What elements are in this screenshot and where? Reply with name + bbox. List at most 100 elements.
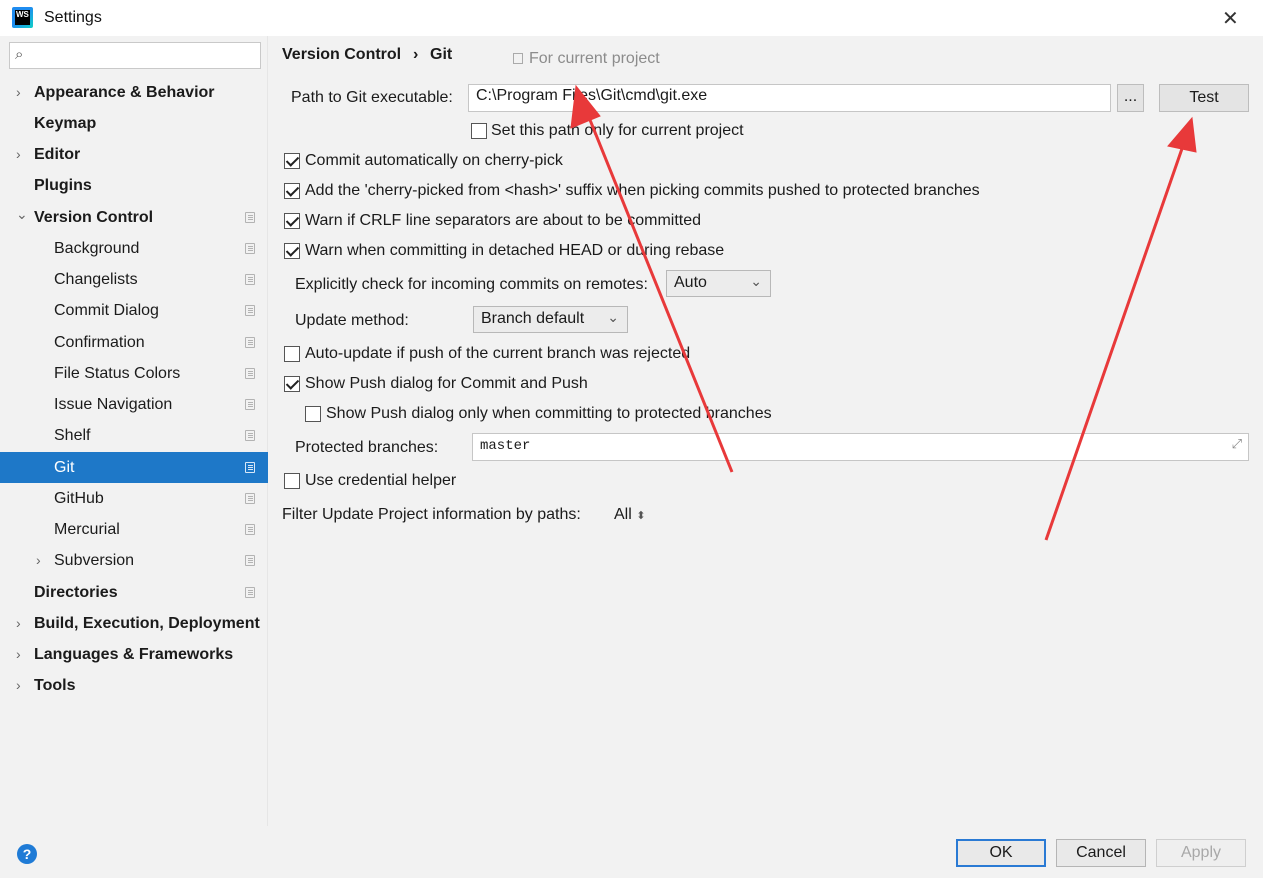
sidebar-item-label: File Status Colors [54,365,181,382]
sidebar-item-issue-navigation[interactable]: Issue Navigation [0,389,268,420]
expand-icon[interactable]: ⤢ [1232,437,1242,452]
commit-auto-cherry-pick-label: Commit automatically on cherry-pick [305,152,563,169]
sidebar-item-keymap[interactable]: Keymap [0,108,268,139]
sidebar-item-label: Version Control [34,209,154,226]
project-scope-icon [245,243,255,254]
app-icon-text: WS [15,10,30,25]
settings-sidebar: ⌕ › Appearance & Behavior Keymap › Edito… [0,36,268,826]
cancel-button[interactable]: Cancel [1056,839,1146,867]
sidebar-item-subversion[interactable]: › Subversion [0,545,268,576]
sidebar-item-appearance-behavior[interactable]: › Appearance & Behavior [0,77,268,108]
project-scope-icon [245,587,255,598]
chevron-right-icon[interactable]: › [16,670,21,701]
search-icon: ⌕ [15,46,24,63]
protected-branches-input[interactable]: master ⤢ [472,433,1249,461]
sidebar-item-label: Confirmation [54,334,145,351]
sidebar-item-label: Languages & Frameworks [34,646,234,663]
search-input[interactable] [38,46,253,64]
apply-button[interactable]: Apply [1156,839,1246,867]
close-icon[interactable]: ✕ [1222,6,1239,31]
sidebar-item-commit-dialog[interactable]: Commit Dialog [0,295,268,326]
sidebar-item-directories[interactable]: Directories [0,577,268,608]
title-bar: WS Settings ✕ [0,0,1263,36]
sidebar-item-label: Editor [34,146,81,163]
chevron-right-icon[interactable]: › [16,608,21,639]
protected-branches-label: Protected branches: [295,439,439,456]
path-current-project-checkbox[interactable] [471,123,487,139]
help-icon[interactable]: ? [17,844,37,864]
sidebar-item-label: Git [54,459,75,476]
chevron-right-icon[interactable]: › [36,545,41,576]
cherry-picked-suffix-checkbox[interactable] [284,183,300,199]
test-button[interactable]: Test [1159,84,1249,112]
filter-paths-dropdown[interactable]: All ⬍ [614,506,645,524]
push-protected-only-checkbox[interactable] [305,406,321,422]
breadcrumb-separator: › [413,46,419,63]
sidebar-item-build-execution-deployment[interactable]: › Build, Execution, Deployment [0,608,268,639]
project-scope-icon [245,305,255,316]
chevron-down-icon: ⌄ [750,273,762,289]
updown-icon: ⬍ [636,510,646,522]
sidebar-item-background[interactable]: Background [0,233,268,264]
incoming-commits-dropdown[interactable]: Auto ⌄ [666,270,771,297]
sidebar-item-github[interactable]: GitHub [0,483,268,514]
chevron-right-icon[interactable]: › [16,639,21,670]
sidebar-item-label: Issue Navigation [54,396,173,413]
project-scope-icon [245,368,255,379]
sidebar-item-label: Subversion [54,552,135,569]
git-settings-panel: Version Control › Git For current projec… [269,36,1263,826]
warn-detached-head-checkbox[interactable] [284,243,300,259]
path-to-git-label: Path to Git executable: [291,89,453,106]
chevron-down-icon: ⌄ [607,309,619,325]
sidebar-item-label: Commit Dialog [54,302,159,319]
sidebar-item-label: Plugins [34,177,92,194]
chevron-right-icon[interactable]: › [16,139,21,170]
sidebar-item-label: Background [54,240,140,257]
sidebar-item-version-control[interactable]: ⌄ Version Control [0,202,268,233]
sidebar-item-mercurial[interactable]: Mercurial [0,514,268,545]
sidebar-item-changelists[interactable]: Changelists [0,264,268,295]
project-scope-icon [245,462,255,473]
breadcrumb-current: Git [430,46,453,63]
update-method-label: Update method: [295,312,409,329]
settings-search[interactable]: ⌕ [9,42,261,69]
breadcrumb-parent[interactable]: Version Control [282,46,401,64]
sidebar-item-languages-frameworks[interactable]: › Languages & Frameworks [0,639,268,670]
warn-crlf-label: Warn if CRLF line separators are about t… [305,212,702,229]
chevron-right-icon[interactable]: › [16,77,21,108]
show-push-dialog-checkbox[interactable] [284,376,300,392]
incoming-commits-label: Explicitly check for incoming commits on… [295,276,648,293]
sidebar-item-label: Appearance & Behavior [34,84,215,101]
path-current-project-label: Set this path only for current project [491,122,744,139]
browse-button[interactable]: ... [1117,84,1144,112]
chevron-down-icon[interactable]: ⌄ [16,199,28,230]
sidebar-item-editor[interactable]: › Editor [0,139,268,170]
sidebar-item-file-status-colors[interactable]: File Status Colors [0,358,268,389]
project-scope-icon [245,430,255,441]
sidebar-item-confirmation[interactable]: Confirmation [0,327,268,358]
project-scope-icon [245,274,255,285]
project-scope-icon [245,337,255,348]
window-title: Settings [44,9,102,26]
filter-paths-value: All [614,506,632,523]
update-method-dropdown[interactable]: Branch default ⌄ [473,306,628,333]
ok-button[interactable]: OK [956,839,1046,867]
auto-update-rejected-checkbox[interactable] [284,346,300,362]
sidebar-item-git[interactable]: Git [0,452,268,483]
credential-helper-checkbox[interactable] [284,473,300,489]
project-scope-icon [245,399,255,410]
sidebar-item-shelf[interactable]: Shelf [0,420,268,451]
sidebar-item-label: Tools [34,677,76,694]
sidebar-item-label: Directories [34,584,118,601]
cherry-picked-suffix-label: Add the 'cherry-picked from <hash>' suff… [305,182,980,199]
sidebar-item-label: Shelf [54,427,91,444]
sidebar-item-tools[interactable]: › Tools [0,670,268,701]
auto-update-rejected-label: Auto-update if push of the current branc… [305,345,691,362]
warn-crlf-checkbox[interactable] [284,213,300,229]
commit-auto-cherry-pick-checkbox[interactable] [284,153,300,169]
project-scope-icon [513,53,523,64]
git-path-input[interactable]: C:\Program Files\Git\cmd\git.exe [468,84,1111,112]
scope-note: For current project [513,50,660,68]
project-scope-icon [245,493,255,504]
sidebar-item-plugins[interactable]: Plugins [0,170,268,201]
